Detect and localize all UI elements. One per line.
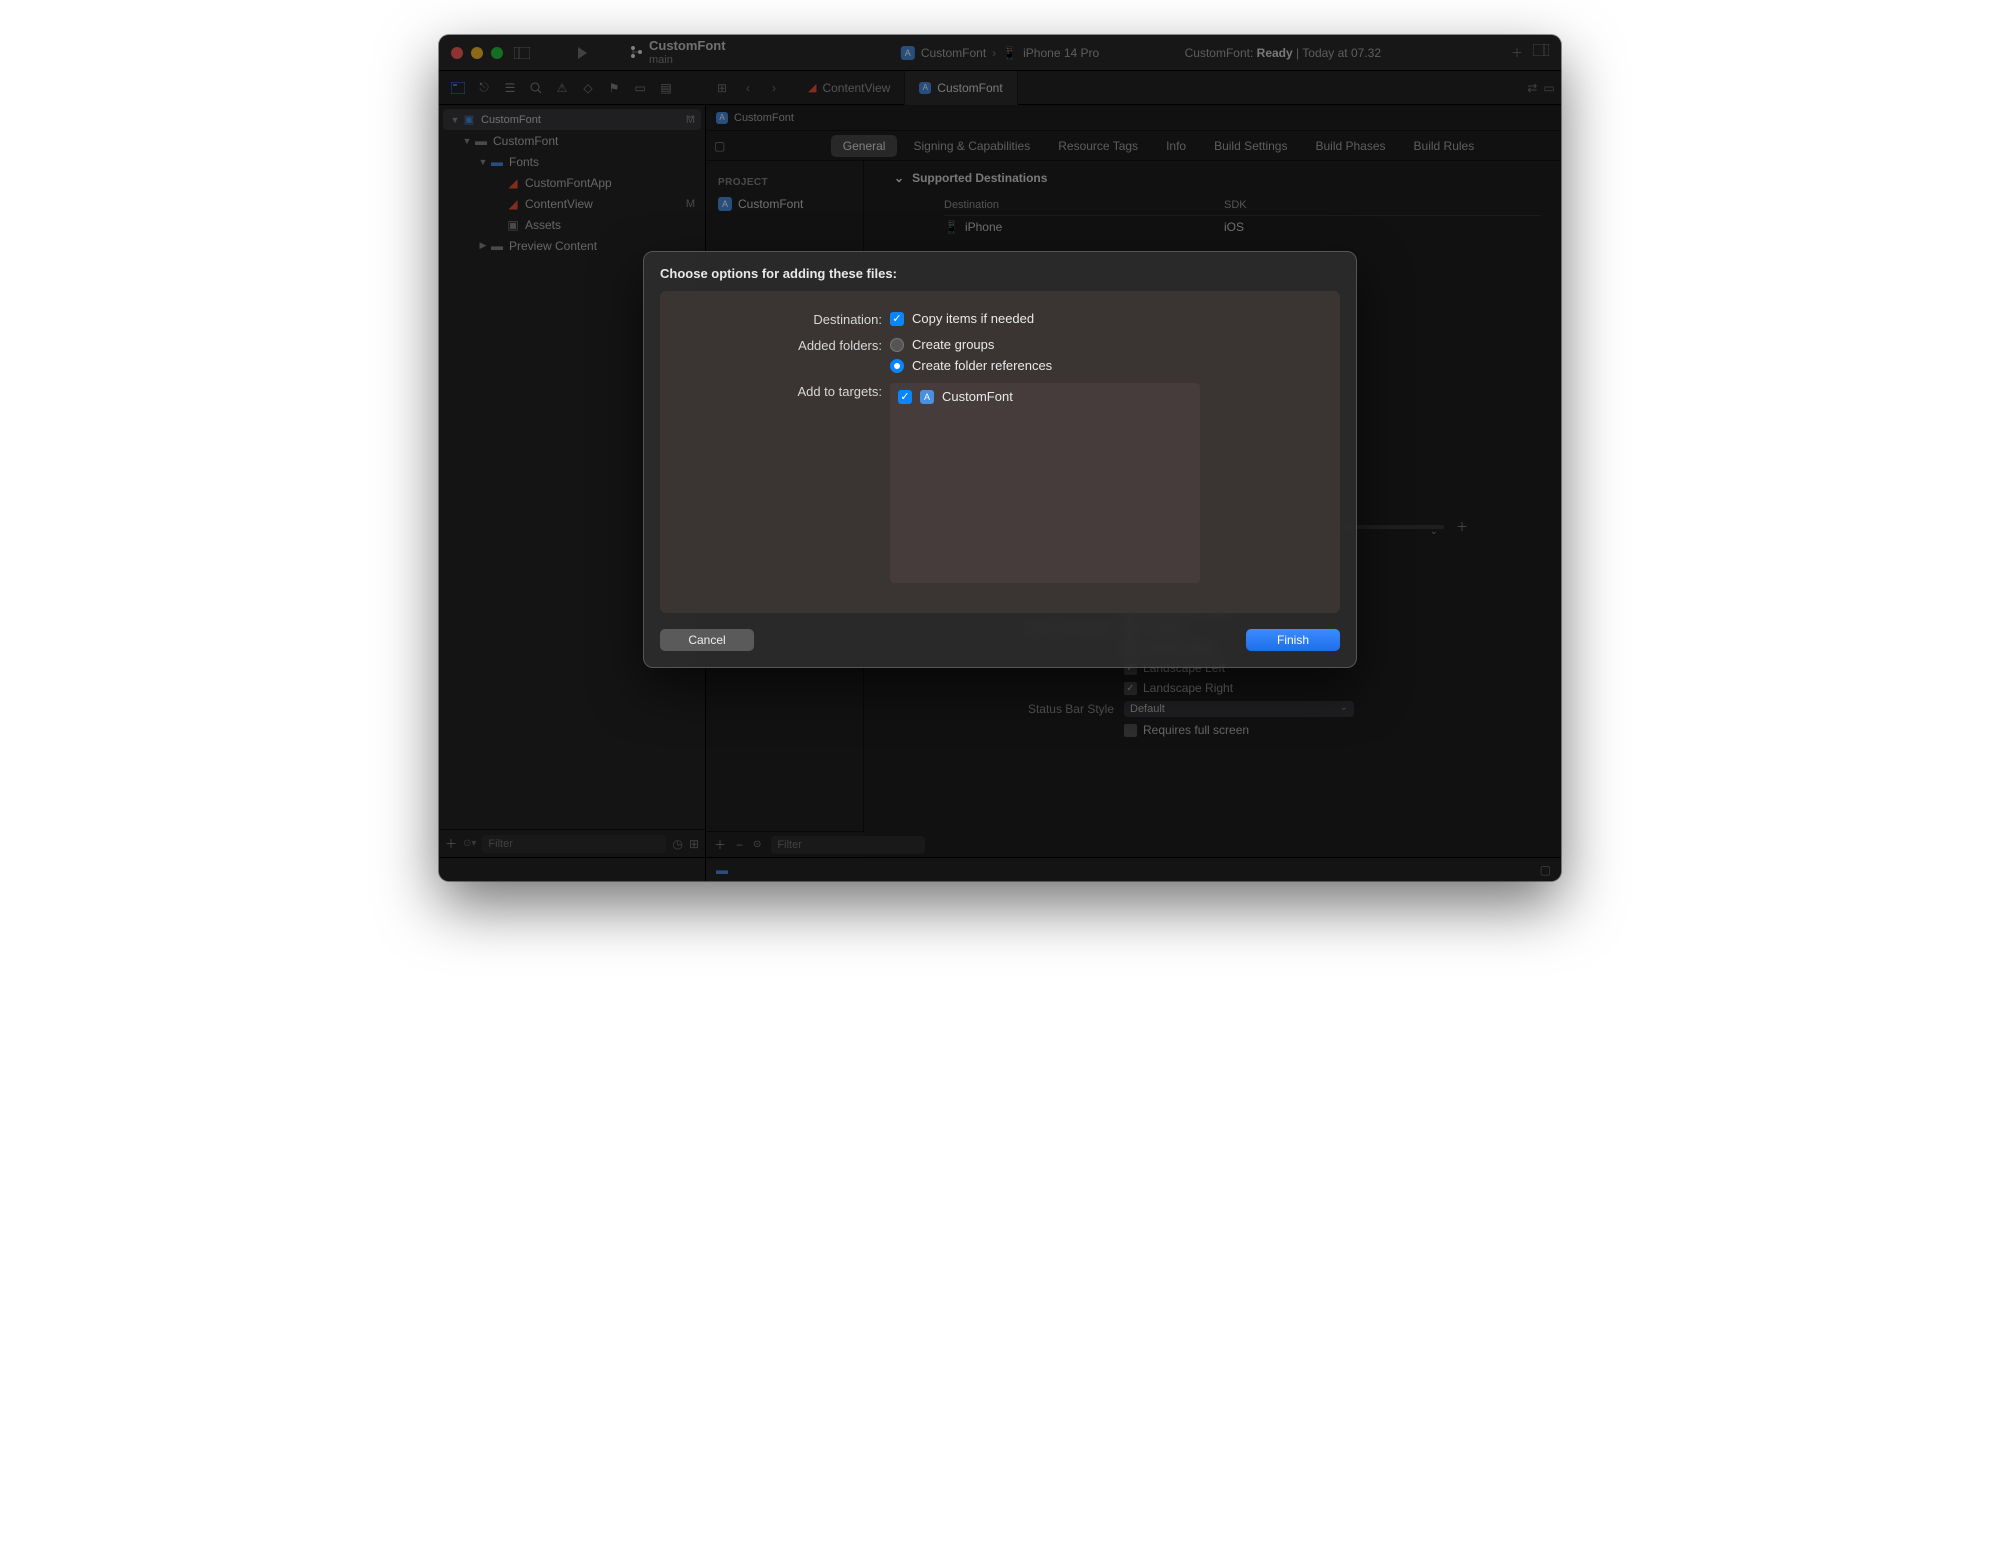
radio-create-folder-references[interactable] <box>890 359 904 373</box>
cancel-button[interactable]: Cancel <box>660 629 754 651</box>
target-item[interactable]: A CustomFont <box>894 387 1196 406</box>
label-added-folders: Added folders: <box>690 337 890 373</box>
xcode-window: CustomFont main A CustomFont › 📱 iPhone … <box>439 35 1561 881</box>
radio-label: Create groups <box>912 337 994 352</box>
checkbox-label: Copy items if needed <box>912 311 1034 326</box>
checkbox-copy-items[interactable] <box>890 312 904 326</box>
targets-list: A CustomFont <box>890 383 1200 583</box>
target-label: CustomFont <box>942 389 1013 404</box>
radio-label: Create folder references <box>912 358 1052 373</box>
label-destination: Destination: <box>690 311 890 327</box>
checkbox-target[interactable] <box>898 390 912 404</box>
label-add-to-targets: Add to targets: <box>690 383 890 583</box>
app-icon: A <box>920 390 934 404</box>
dialog-title: Choose options for adding these files: <box>644 252 1356 291</box>
modal-backdrop: Choose options for adding these files: D… <box>439 35 1561 881</box>
finish-button[interactable]: Finish <box>1246 629 1340 651</box>
radio-create-groups[interactable] <box>890 338 904 352</box>
add-files-options-dialog: Choose options for adding these files: D… <box>643 251 1357 668</box>
